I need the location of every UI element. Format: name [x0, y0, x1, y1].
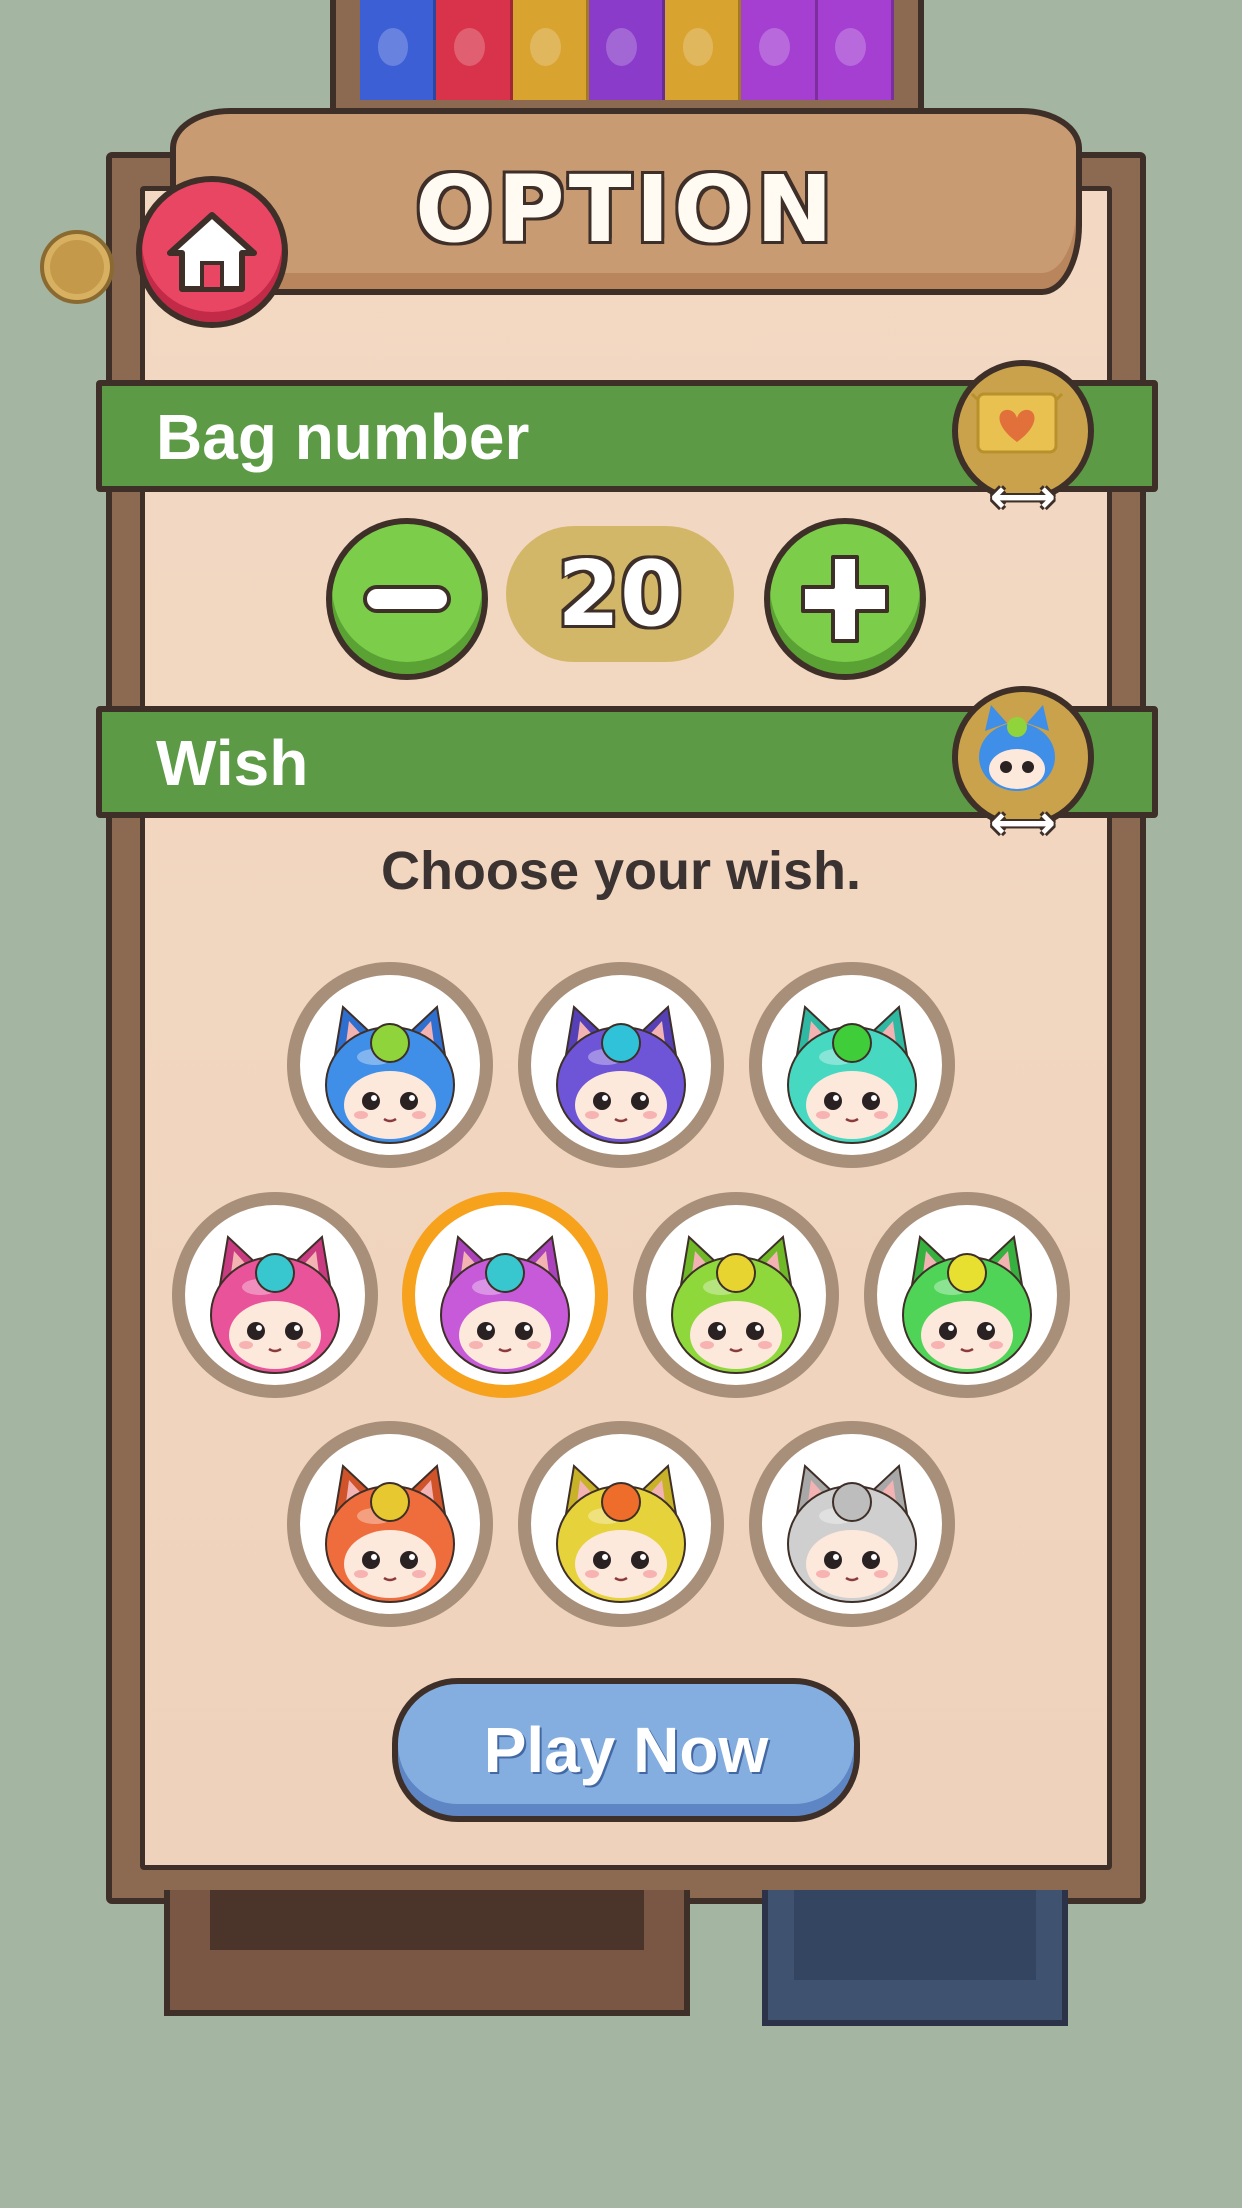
home-button[interactable]	[136, 176, 288, 328]
wish-option-magenta-cat[interactable]	[402, 1192, 608, 1398]
wish-option-purple-cat[interactable]	[518, 962, 724, 1168]
play-now-button[interactable]: Play Now	[392, 1678, 860, 1822]
wish-label: Wish	[156, 727, 309, 799]
blue-cat-character-icon	[979, 705, 1055, 791]
candy-bag	[817, 0, 894, 100]
candy-bag	[665, 0, 742, 100]
brown-drawer	[164, 1890, 690, 2016]
page-title: OPTION	[415, 156, 837, 263]
plus-icon	[801, 555, 889, 643]
wish-prompt: Choose your wish.	[380, 841, 862, 901]
wish-option-orange-cat[interactable]	[287, 1421, 493, 1627]
grey-cat-icon	[787, 1463, 917, 1603]
candy-bag-badge: ⟷	[952, 360, 1094, 519]
candy-shelf	[330, 0, 924, 124]
bag-number-label: Bag number	[156, 401, 530, 473]
wish-option-green-cat[interactable]	[864, 1192, 1070, 1398]
wish-option-pink-cat[interactable]	[172, 1192, 378, 1398]
purple-cat-icon	[556, 1004, 686, 1144]
bag-number-value: 20	[506, 526, 734, 662]
pink-cat-icon	[210, 1234, 340, 1374]
home-icon	[167, 212, 257, 292]
increment-button[interactable]	[764, 518, 926, 680]
candy-bag	[741, 0, 818, 100]
decrement-button[interactable]	[326, 518, 488, 680]
candy-bag	[436, 0, 513, 100]
yellow-cat-icon	[556, 1463, 686, 1603]
coin-icon	[40, 230, 114, 304]
candy-bag	[512, 0, 589, 100]
candy-bag	[588, 0, 666, 100]
lime-cat-icon	[671, 1234, 801, 1374]
wish-option-lime-cat[interactable]	[633, 1192, 839, 1398]
candy-bag-row	[360, 0, 894, 100]
green-cat-icon	[902, 1234, 1032, 1374]
wish-option-grey-cat[interactable]	[749, 1421, 955, 1627]
wish-option-blue-cat[interactable]	[287, 962, 493, 1168]
resize-arrow-icon: ⟷	[990, 469, 1056, 523]
candy-bag	[360, 0, 437, 100]
wish-option-teal-cat[interactable]	[749, 962, 955, 1168]
blue-drawer	[762, 1890, 1068, 2026]
wish-badge: ⟷	[952, 686, 1094, 845]
bag-number-banner: Bag number ⟷	[96, 360, 1158, 519]
wish-option-yellow-cat[interactable]	[518, 1421, 724, 1627]
resize-arrow-icon: ⟷	[990, 795, 1056, 849]
minus-icon	[363, 585, 451, 613]
orange-cat-icon	[325, 1463, 455, 1603]
magenta-cat-icon	[440, 1234, 570, 1374]
blue-cat-icon	[325, 1004, 455, 1144]
teal-cat-icon	[787, 1004, 917, 1144]
title-plaque: OPTION	[170, 108, 1082, 295]
wish-banner: Wish ⟷	[96, 686, 1158, 845]
